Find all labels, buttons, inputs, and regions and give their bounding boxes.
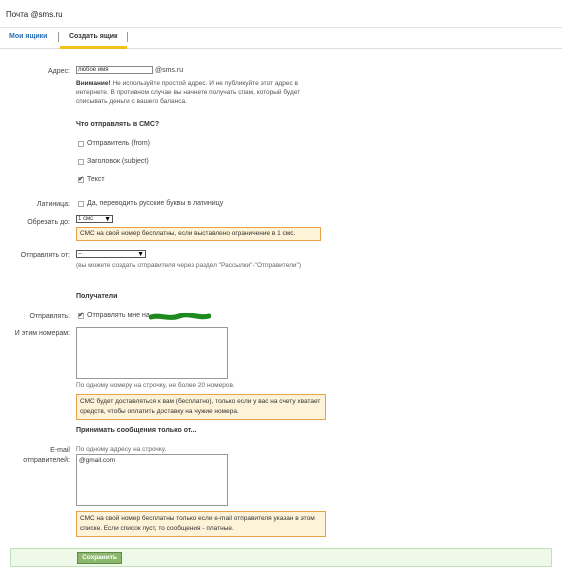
send-to-me-label: Отправлять мне на	[87, 312, 150, 319]
cut-to-label: Обрезать до:	[27, 219, 70, 226]
email-textarea-value: @gmail.com	[79, 457, 116, 464]
subject-label: Заголовок (subject)	[87, 158, 149, 165]
tab-my-boxes[interactable]: Мои ящики	[9, 33, 47, 40]
tab-bar: Мои ящики Создать ящик	[0, 29, 562, 49]
dropdown-arrow-icon: ▼	[104, 216, 111, 223]
recipients-heading: Получатели	[76, 293, 118, 300]
accept-heading: Принимать сообщения только от...	[76, 427, 197, 434]
cut-to-select[interactable]: 1 смс ▼	[76, 215, 113, 223]
email-help: По одному адресу на строчку.	[76, 446, 167, 453]
subject-checkbox[interactable]	[78, 159, 84, 165]
address-domain-suffix: @sms.ru	[155, 67, 184, 74]
text-checkbox[interactable]	[78, 175, 84, 183]
email-label-line2: отправителей:	[23, 457, 70, 464]
address-warning-title: Внимание!	[76, 80, 111, 87]
address-warning: Внимание! Не используйте простой адрес. …	[76, 79, 328, 106]
send-from-help: (вы можете создать отправителя через раз…	[76, 262, 302, 269]
tab-create-box[interactable]: Создать ящик	[69, 33, 118, 40]
email-label-line1: E-mail	[50, 447, 70, 454]
send-from-value: --	[78, 251, 82, 257]
address-input[interactable]: любое имя	[76, 66, 153, 74]
address-label: Адрес:	[48, 68, 70, 75]
tab-separator	[58, 32, 59, 42]
cut-to-note: СМС на свой номер бесплатны, если выстав…	[76, 227, 321, 241]
latin-checkbox[interactable]	[78, 201, 84, 207]
save-button[interactable]: Сохранить	[77, 552, 122, 564]
dropdown-arrow-icon: ▼	[137, 251, 144, 258]
text-label: Текст	[87, 176, 105, 183]
send-from-select[interactable]: -- ▼	[76, 250, 146, 258]
email-textarea[interactable]: @gmail.com	[76, 454, 228, 506]
send-in-sms-heading: Что отправлять в СМС?	[76, 121, 160, 128]
save-bar: Сохранить	[10, 548, 552, 567]
sender-from-label: Отправитель (from)	[87, 140, 150, 147]
latin-option-label: Да, переводить русские буквы в латиницу	[87, 200, 224, 207]
numbers-textarea[interactable]	[76, 327, 228, 379]
page-title: Почта @sms.ru	[6, 10, 63, 19]
send-label: Отправлять:	[29, 313, 70, 320]
redacted-number-scribble	[149, 313, 211, 320]
active-tab-indicator	[60, 46, 127, 49]
cut-to-value: 1 смс	[78, 216, 94, 222]
latin-label: Латиница:	[36, 201, 70, 208]
email-note: СМС на свой номер бесплатны только если …	[76, 511, 326, 537]
sender-from-checkbox[interactable]	[78, 141, 84, 147]
send-to-me-checkbox[interactable]	[78, 311, 84, 319]
tab-separator	[127, 32, 128, 42]
send-from-label: Отправлять от:	[20, 252, 70, 259]
numbers-note: СМС будет доставляться к вам (бесплатно)…	[76, 394, 326, 420]
top-bar: Почта @sms.ru	[0, 0, 562, 28]
numbers-help: По одному номеру на строчку, не более 20…	[76, 382, 235, 389]
numbers-label: И этим номерам:	[14, 330, 70, 337]
